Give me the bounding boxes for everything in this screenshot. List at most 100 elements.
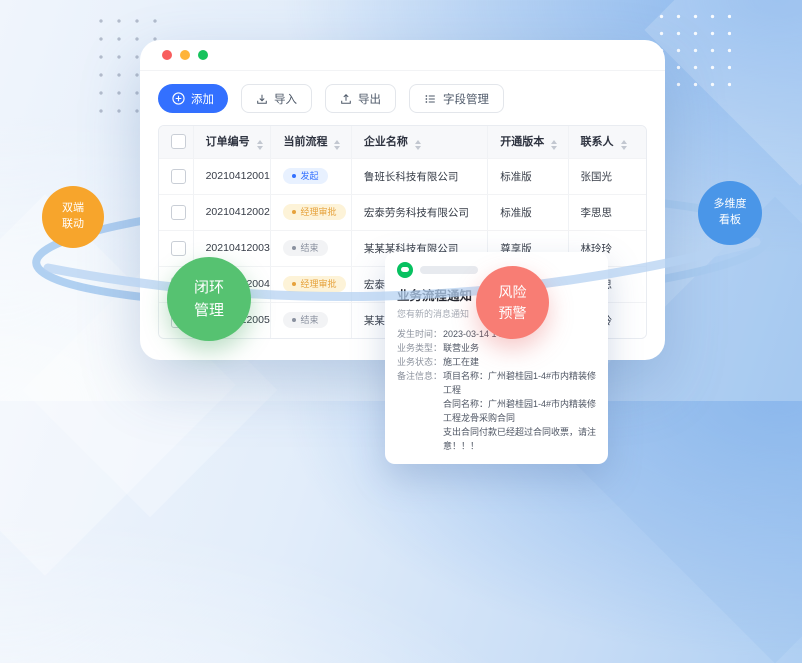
process-status-badge: 结束 xyxy=(283,240,327,256)
process-cell: 经理审批 xyxy=(271,266,351,302)
notification-field: 业务类型：联营业务 xyxy=(397,341,596,355)
process-cell: 结束 xyxy=(271,230,351,266)
add-button[interactable]: 添加 xyxy=(158,84,228,113)
row-select-cell xyxy=(159,158,193,194)
sort-icon[interactable] xyxy=(334,140,340,150)
maximize-window-icon[interactable] xyxy=(198,50,208,60)
field-management-button[interactable]: 字段管理 xyxy=(409,84,504,113)
order-number: 20210412002 xyxy=(206,206,270,218)
column-header[interactable]: 当前流程 xyxy=(271,126,351,158)
export-button-label: 导出 xyxy=(358,91,381,107)
field-value-line: 项目名称：广州碧桂园1-4#市内精装修工程 xyxy=(443,369,596,397)
toolbar: 添加 导入 导出 字段管理 xyxy=(140,71,665,113)
order-number: 20210412001 xyxy=(206,170,270,182)
column-header-label: 联系人 xyxy=(581,136,614,148)
field-management-button-label: 字段管理 xyxy=(443,91,489,107)
contact-name-cell: 李思思 xyxy=(568,194,646,230)
status-dot-icon xyxy=(292,174,296,178)
version: 标准版 xyxy=(500,207,532,219)
decor-diagonal-shape xyxy=(644,0,802,186)
notification-field: 备注信息：项目名称：广州碧桂园1-4#市内精装修工程合同名称：广州碧桂园1-4#… xyxy=(397,369,596,453)
process-cell: 经理审批 xyxy=(271,194,351,230)
row-select-cell xyxy=(159,194,193,230)
process-status-badge: 经理审批 xyxy=(283,204,345,220)
window-titlebar xyxy=(140,40,665,71)
contact-name: 李思思 xyxy=(581,207,613,219)
sort-icon[interactable] xyxy=(621,140,627,150)
process-status-badge: 经理审批 xyxy=(283,276,345,292)
field-value: 施工在建 xyxy=(443,355,479,369)
close-window-icon[interactable] xyxy=(162,50,172,60)
table-row[interactable]: 20210412001 发起 鲁班长科技有限公司 标准版 张国光 xyxy=(159,158,646,194)
sort-icon[interactable] xyxy=(415,140,421,150)
process-cell: 发起 xyxy=(271,158,351,194)
notification-fields: 发生时间：2023-03-14 14:20业务类型：联营业务业务状态：施工在建备… xyxy=(397,327,596,453)
sort-icon[interactable] xyxy=(551,140,557,150)
bubble-text: 闭环 xyxy=(194,276,224,299)
bubble-text: 风险 xyxy=(499,282,527,303)
process-status-label: 结束 xyxy=(300,244,318,253)
column-header-label: 开通版本 xyxy=(500,136,544,148)
column-header-label: 当前流程 xyxy=(283,136,327,148)
status-dot-icon xyxy=(292,282,296,286)
column-header[interactable]: 联系人 xyxy=(568,126,646,158)
column-header[interactable]: 企业名称 xyxy=(351,126,487,158)
process-status-label: 经理审批 xyxy=(300,280,336,289)
column-header-label: 企业名称 xyxy=(364,136,408,148)
company-name-cell: 鲁班长科技有限公司 xyxy=(351,158,487,194)
contact-name-cell: 张国光 xyxy=(568,158,646,194)
column-header-label: 订单编号 xyxy=(206,136,250,148)
status-dot-icon xyxy=(292,246,296,250)
bubble-text: 看板 xyxy=(719,213,741,229)
feature-bubble-risk-alert: 风险 预警 xyxy=(476,266,549,339)
export-icon xyxy=(340,93,352,105)
column-header[interactable]: 订单编号 xyxy=(193,126,271,158)
placeholder-bar xyxy=(420,266,478,274)
process-status-label: 发起 xyxy=(300,172,318,181)
status-dot-icon xyxy=(292,318,296,322)
field-value-line: 支出合同付款已经超过合同收票，请注意！！！ xyxy=(443,425,596,453)
bubble-text: 管理 xyxy=(194,299,224,322)
minimize-window-icon[interactable] xyxy=(180,50,190,60)
version-cell: 标准版 xyxy=(488,158,568,194)
company-name-cell: 宏泰劳务科技有限公司 xyxy=(351,194,487,230)
order-number-cell: 20210412001 xyxy=(193,158,271,194)
import-button-label: 导入 xyxy=(274,91,297,107)
sort-icon[interactable] xyxy=(257,140,263,150)
select-all-cell xyxy=(159,126,193,158)
status-dot-icon xyxy=(292,210,296,214)
import-icon xyxy=(256,93,268,105)
row-checkbox[interactable] xyxy=(171,205,186,220)
field-label: 业务状态： xyxy=(397,355,443,369)
feature-bubble-dual-linkage: 双端 联动 xyxy=(42,186,104,248)
field-value-multiline: 项目名称：广州碧桂园1-4#市内精装修工程合同名称：广州碧桂园1-4#市内精装修… xyxy=(443,369,596,453)
version-cell: 标准版 xyxy=(488,194,568,230)
order-number-cell: 20210412002 xyxy=(193,194,271,230)
bubble-text: 双端 xyxy=(62,201,84,217)
row-select-cell xyxy=(159,230,193,266)
bubble-text: 预警 xyxy=(499,303,527,324)
company-name: 鲁班长科技有限公司 xyxy=(364,171,459,183)
field-value-line: 合同名称：广州碧桂园1-4#市内精装修工程龙骨采购合同 xyxy=(443,397,596,425)
table-header-row: 订单编号 当前流程 企业名称 开通版本 联系人 xyxy=(159,126,646,158)
select-all-checkbox[interactable] xyxy=(171,134,186,149)
export-button[interactable]: 导出 xyxy=(325,84,396,113)
import-button[interactable]: 导入 xyxy=(241,84,312,113)
feature-bubble-closed-loop: 闭环 管理 xyxy=(167,257,251,341)
process-status-label: 结束 xyxy=(300,316,318,325)
column-header[interactable]: 开通版本 xyxy=(488,126,568,158)
process-status-badge: 结束 xyxy=(283,312,327,328)
row-checkbox[interactable] xyxy=(171,169,186,184)
field-label: 发生时间： xyxy=(397,327,443,341)
notification-field: 业务状态：施工在建 xyxy=(397,355,596,369)
list-settings-icon xyxy=(424,93,437,105)
contact-name: 张国光 xyxy=(581,171,613,183)
version: 标准版 xyxy=(500,171,532,183)
field-label: 备注信息： xyxy=(397,369,443,453)
feature-bubble-multidim-board: 多维度 看板 xyxy=(698,181,762,245)
process-status-badge: 发起 xyxy=(283,168,327,184)
bubble-text: 联动 xyxy=(62,217,84,233)
table-row[interactable]: 20210412002 经理审批 宏泰劳务科技有限公司 标准版 李思思 xyxy=(159,194,646,230)
process-status-label: 经理审批 xyxy=(300,208,336,217)
row-checkbox[interactable] xyxy=(171,241,186,256)
